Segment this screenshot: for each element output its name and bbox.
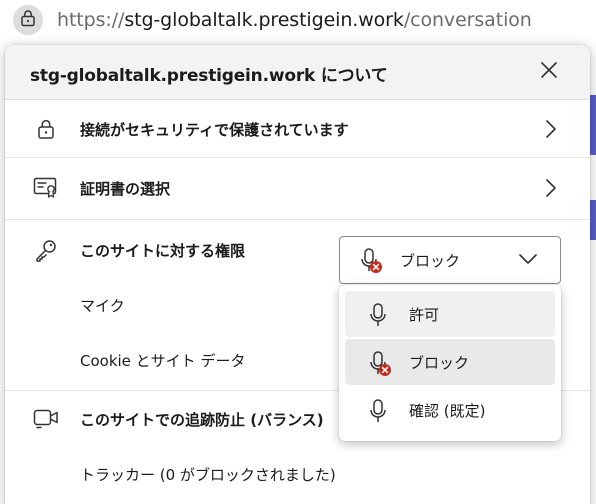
mic-option-label: 確認 (既定): [409, 402, 486, 420]
cookie-site-data-link[interactable]: Cookie とサイト データ: [80, 350, 245, 371]
mic-permission-select[interactable]: ブロック: [339, 236, 561, 284]
lock-icon: [33, 116, 59, 142]
lock-icon: [20, 9, 36, 31]
mic-permission-dropdown: 許可 ブロック 確認 (既定): [339, 285, 561, 441]
url-path: /conversation: [403, 9, 532, 31]
certificate-icon: [33, 175, 59, 201]
url-scheme: https://: [57, 9, 125, 31]
mic-option-ask-default[interactable]: 確認 (既定): [345, 387, 555, 433]
mic-icon: [367, 302, 389, 332]
camera-icon: [33, 405, 59, 431]
mic-option-allow[interactable]: 許可: [345, 291, 555, 337]
mic-option-block[interactable]: ブロック: [345, 339, 555, 385]
address-bar: https://stg-globaltalk.prestigein.work/c…: [0, 0, 596, 40]
certificate-label: 証明書の選択: [80, 180, 171, 198]
url-host: stg-globaltalk.prestigein.work: [124, 9, 404, 31]
permissions-heading: このサイトに対する権限: [80, 242, 246, 260]
flyout-header: stg-globaltalk.prestigein.work について: [5, 45, 590, 100]
close-icon: [540, 61, 558, 83]
connection-secure-row[interactable]: 接続がセキュリティで保護されています: [5, 101, 590, 157]
mic-icon: [367, 398, 389, 428]
mic-permission-label: マイク: [80, 297, 125, 315]
key-icon: [33, 237, 59, 263]
mic-blocked-icon: [358, 247, 384, 279]
mic-blocked-icon: [367, 350, 393, 382]
certificate-row[interactable]: 証明書の選択: [5, 158, 590, 218]
site-info-button[interactable]: [13, 5, 43, 35]
chevron-right-icon: [543, 119, 559, 139]
connection-label: 接続がセキュリティで保護されています: [80, 121, 349, 139]
flyout-title: stg-globaltalk.prestigein.work について: [30, 66, 388, 86]
tracking-heading: このサイトでの追跡防止 (バランス): [80, 411, 324, 429]
mic-option-label: 許可: [409, 306, 440, 324]
trackers-label[interactable]: トラッカー (0 がブロックされました): [80, 464, 336, 485]
chevron-down-icon: [518, 251, 538, 271]
mic-option-label: ブロック: [409, 354, 470, 372]
mic-selected-value: ブロック: [400, 252, 461, 270]
close-button[interactable]: [535, 58, 563, 86]
chevron-right-icon: [543, 178, 559, 198]
url-text[interactable]: https://stg-globaltalk.prestigein.work/c…: [57, 8, 532, 32]
